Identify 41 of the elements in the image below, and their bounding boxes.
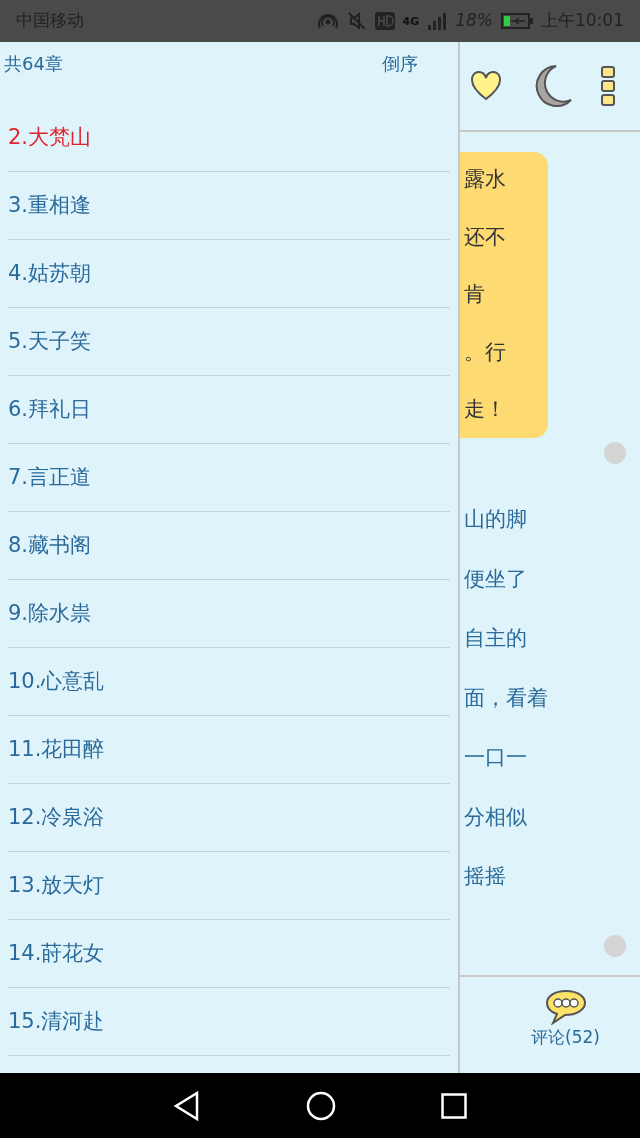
signal-icon	[427, 12, 448, 30]
chapter-item[interactable]: 11.花田醉	[8, 716, 450, 784]
network-type: 4G	[402, 15, 420, 27]
home-icon[interactable]	[306, 1090, 336, 1121]
chapter-item[interactable]: 10.心意乱	[8, 648, 450, 716]
back-icon[interactable]	[172, 1090, 201, 1121]
heart-icon[interactable]	[470, 70, 502, 102]
chapter-item[interactable]: 3.重相逢	[8, 172, 450, 240]
story-text: 自主的	[464, 625, 528, 652]
story-text: 一口一	[464, 744, 528, 771]
more-menu-icon[interactable]	[600, 65, 616, 107]
chapter-item[interactable]: 13.放天灯	[8, 852, 450, 920]
chapter-item[interactable]: 2.大梵山	[8, 104, 450, 172]
story-text: 分相似	[464, 803, 528, 831]
chapter-count: 共64章	[4, 52, 63, 76]
chapter-item[interactable]: 14.莳花女	[8, 920, 450, 988]
bubble-text: 还不	[464, 223, 507, 251]
chapter-item[interactable]: 6.拜礼日	[8, 376, 450, 444]
story-text: 面，看着	[464, 684, 549, 712]
story-text: 便坐了	[464, 565, 528, 593]
bubble-text: 走！	[464, 396, 507, 423]
story-text: 摇摇	[464, 863, 507, 890]
chapter-item[interactable]: 15.清河赴	[8, 988, 450, 1056]
bubble-text: 肯	[464, 281, 486, 308]
story-text: 山的脚	[464, 506, 528, 533]
chapter-item[interactable]: 9.除水祟	[8, 580, 450, 648]
bubble-text: 露水	[464, 166, 507, 193]
chapter-item[interactable]: 5.天子笑	[8, 308, 450, 376]
bubble-text: 。行	[464, 338, 507, 366]
hotspot-icon	[316, 11, 339, 31]
recents-icon[interactable]	[441, 1092, 468, 1119]
chapter-item[interactable]: 8.藏书阁	[8, 512, 450, 580]
speech-bubble-icon	[543, 989, 588, 1025]
mute-icon	[346, 11, 367, 31]
battery-charging-icon	[501, 13, 533, 29]
chapter-item[interactable]: 12.冷泉浴	[8, 784, 450, 852]
reverse-order-button[interactable]: 倒序	[382, 50, 418, 77]
chapter-item[interactable]: 7.言正道	[8, 444, 450, 512]
hd-icon	[374, 12, 395, 30]
comments-button[interactable]: 评论(52)	[531, 977, 600, 1073]
chapter-item[interactable]: 4.姑苏朝	[8, 240, 450, 308]
